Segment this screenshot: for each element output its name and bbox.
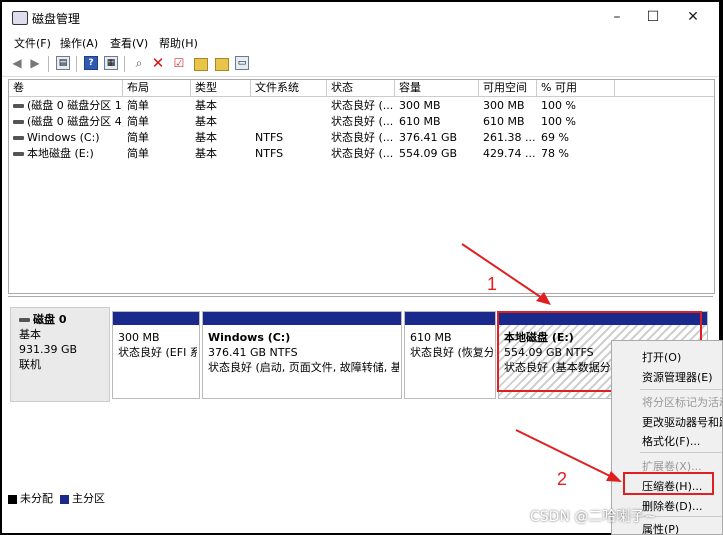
partition-efi[interactable]: 300 MB 状态良好 (EFI 系	[112, 311, 200, 399]
col-volume[interactable]: 卷	[9, 80, 123, 96]
menu-action[interactable]: 操作(A)	[60, 35, 98, 51]
disk-icon	[19, 318, 30, 322]
table-row[interactable]: Windows (C:) 简单 基本 NTFS 状态良好 (... 376.41…	[9, 130, 714, 146]
primary-partition-bar	[203, 312, 401, 325]
menu-view[interactable]: 查看(V)	[110, 35, 148, 51]
primary-partition-bar	[405, 312, 495, 325]
help-icon[interactable]: ?	[84, 56, 98, 70]
menu-item-change-letter[interactable]: 更改驱动器号和路	[642, 414, 722, 430]
forward-arrow-icon[interactable]: ▶	[28, 56, 42, 70]
table-row[interactable]: (磁盘 0 磁盘分区 1) 简单 基本 状态良好 (... 300 MB 300…	[9, 98, 714, 114]
col-free-space[interactable]: 可用空间	[479, 80, 537, 96]
col-layout[interactable]: 布局	[123, 80, 191, 96]
window-title: 磁盘管理	[32, 12, 81, 26]
close-button[interactable]: ✕	[678, 7, 708, 27]
disk-management-icon	[12, 11, 28, 25]
back-arrow-icon[interactable]: ◀	[10, 56, 24, 70]
folder-up-icon[interactable]	[194, 58, 208, 71]
volume-icon	[13, 152, 24, 156]
highlight-box-shrink	[623, 472, 714, 495]
col-status[interactable]: 状态	[327, 80, 395, 96]
col-percent-free[interactable]: % 可用	[537, 80, 615, 96]
menu-item-open[interactable]: 打开(O)	[642, 349, 681, 365]
menu-item-explorer[interactable]: 资源管理器(E)	[642, 369, 713, 385]
volume-list-header: 卷 布局 类型 文件系统 状态 容量 可用空间 % 可用	[9, 80, 714, 97]
table-row[interactable]: (磁盘 0 磁盘分区 4) 简单 基本 状态良好 (... 610 MB 610…	[9, 114, 714, 130]
watermark: CSDN @二哈喇子~	[530, 509, 657, 525]
volume-list: 卷 布局 类型 文件系统 状态 容量 可用空间 % 可用 (磁盘 0 磁盘分区 …	[8, 79, 715, 294]
delete-icon[interactable]: ✕	[151, 56, 165, 71]
minimize-button[interactable]: –	[602, 7, 632, 27]
menu-bar: 文件(F) 操作(A) 查看(V) 帮助(H)	[2, 32, 719, 52]
menu-file[interactable]: 文件(F)	[14, 35, 51, 51]
checklist-icon[interactable]: ☑	[172, 56, 186, 70]
annotation-1: 1	[487, 274, 498, 294]
toolbar: ◀ ▶ ▤ ? ▦ ⌕ ✕ ☑ ▭	[2, 52, 719, 77]
partition-recovery[interactable]: 610 MB 状态良好 (恢复分	[404, 311, 496, 399]
primary-partition-bar	[113, 312, 199, 325]
maximize-button[interactable]: ☐	[638, 7, 668, 27]
primary-swatch	[60, 494, 69, 504]
volume-icon	[13, 136, 24, 140]
menu-help[interactable]: 帮助(H)	[159, 35, 198, 51]
menu-item-mark-active: 将分区标记为活动	[642, 396, 723, 409]
volume-icon	[13, 104, 24, 108]
col-capacity[interactable]: 容量	[395, 80, 479, 96]
volume-icon	[13, 120, 24, 124]
view-icon[interactable]: ▭	[235, 56, 249, 70]
connect-icon[interactable]: ⌕	[132, 56, 146, 70]
console-tree-icon[interactable]: ▤	[56, 56, 70, 70]
col-filesystem[interactable]: 文件系统	[251, 80, 327, 96]
disk-0-info[interactable]: 磁盘 0 基本 931.39 GB 联机	[10, 307, 110, 402]
table-row[interactable]: 本地磁盘 (E:) 简单 基本 NTFS 状态良好 (... 554.09 GB…	[9, 146, 714, 162]
legend: 未分配 主分区	[8, 490, 105, 506]
partition-windows-c[interactable]: Windows (C:) 376.41 GB NTFS 状态良好 (启动, 页面…	[202, 311, 402, 399]
folder-search-icon[interactable]	[215, 58, 229, 71]
annotation-2: 2	[557, 469, 568, 489]
title-bar: 磁盘管理 – ☐ ✕	[2, 2, 719, 32]
properties-list-icon[interactable]: ▦	[104, 56, 118, 70]
unallocated-swatch	[8, 494, 17, 504]
menu-item-format[interactable]: 格式化(F)...	[642, 433, 700, 449]
col-type[interactable]: 类型	[191, 80, 251, 96]
